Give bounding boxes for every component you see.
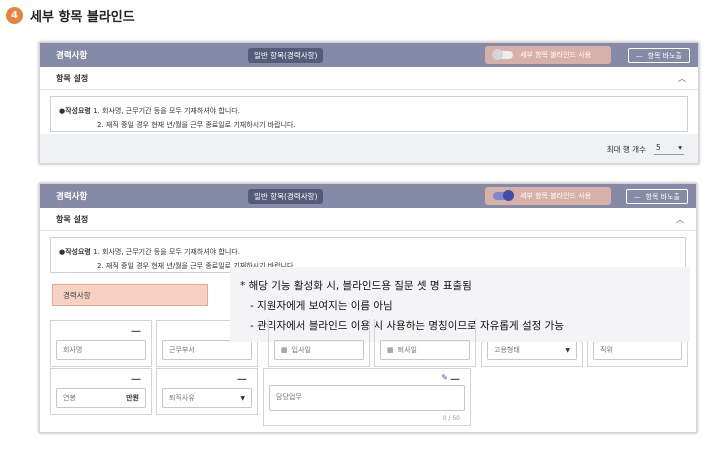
char-count: 0 / 50: [442, 415, 460, 422]
item-setting-label: 항목 설정: [56, 214, 89, 224]
section-title: 경력사항: [56, 51, 88, 61]
callout-line-1: * 해당 기능 활성화 시, 블라인드용 질문 셋 명 표출됨: [240, 280, 472, 292]
chevron-up-icon[interactable]: ︿: [676, 214, 684, 225]
calendar-icon: ▦: [387, 346, 394, 354]
step-title: 세부 항목 블라인드: [30, 9, 135, 25]
company-input[interactable]: 회사명: [56, 340, 146, 360]
leave-reason-select[interactable]: 퇴직사유 ▼: [162, 388, 252, 408]
join-date-input[interactable]: ▦ 입사일: [274, 340, 364, 360]
remove-field-icon[interactable]: —: [131, 326, 141, 337]
chevron-down-icon: ▾: [678, 143, 682, 152]
toggle-switch[interactable]: [493, 190, 514, 201]
category-pill: 일반 항목(경력사항): [248, 189, 324, 204]
item-setting-label: 항목 설정: [56, 73, 89, 83]
step-number-badge: 4: [6, 6, 23, 24]
chevron-down-icon: ▼: [240, 394, 245, 402]
salary-input[interactable]: 연봉 만원: [56, 388, 146, 408]
item-setting-row[interactable]: 항목 설정 ︿: [40, 208, 696, 231]
field-leave-reason: — 퇴직사유 ▼: [156, 368, 258, 415]
pencil-icon[interactable]: ✎: [441, 373, 448, 382]
toggle-switch[interactable]: [492, 49, 513, 60]
minus-icon: —: [635, 51, 643, 60]
toggle-label: 세부 항목 블라인드 사용: [520, 192, 592, 200]
chevron-down-icon: ▼: [565, 346, 570, 354]
options-band: 최대 행 개수 5 ▾: [40, 134, 698, 163]
blind-toggle[interactable]: 세부 항목 블라인드 사용: [485, 187, 611, 205]
section-header-bar: 경력사항 일반 항목(경력사항) 세부 항목 블라인드 사용 — 항목 바노출: [40, 184, 696, 208]
fold-button[interactable]: — 항목 바노출: [627, 48, 690, 63]
minus-icon: —: [633, 192, 641, 201]
toggle-label: 세부 항목 블라인드 사용: [520, 51, 592, 59]
max-rows-select[interactable]: 5 ▾: [654, 143, 684, 155]
section-header-bar: 경력사항 일반 항목(경력사항) 세부 항목 블라인드 사용 — 항목 바노출: [40, 43, 698, 67]
position-input[interactable]: 직위: [593, 340, 682, 360]
step-header: 4 세부 항목 블라인드: [6, 6, 135, 25]
chevron-up-icon[interactable]: ︿: [678, 73, 686, 84]
callout-line-2: - 지원자에게 보여지는 이름 아님: [250, 300, 393, 312]
section-title: 경력사항: [56, 192, 88, 202]
remove-field-icon[interactable]: —: [450, 374, 460, 385]
field-leave-date: ▦ 퇴사일: [374, 319, 476, 367]
remove-field-icon[interactable]: —: [131, 374, 141, 385]
duties-input[interactable]: 담당업무: [269, 385, 465, 411]
employment-type-select[interactable]: 고용형태 ▼: [487, 340, 577, 360]
item-setting-row[interactable]: 항목 설정 ︿: [40, 67, 698, 90]
max-rows-label: 최대 행 개수: [606, 144, 646, 154]
department-input[interactable]: 근무부서: [162, 340, 252, 360]
writing-guide-box: ●작성요령 1. 회사명, 근무기간 등을 모두 기재하셔야 합니다. 2. 재…: [50, 96, 688, 132]
blind-toggle[interactable]: 세부 항목 블라인드 사용: [485, 46, 611, 64]
screenshot-toggle-off: 경력사항 일반 항목(경력사항) 세부 항목 블라인드 사용 — 항목 바노출 …: [39, 42, 699, 164]
category-pill: 일반 항목(경력사항): [248, 48, 324, 63]
fold-button[interactable]: — 항목 바노출: [625, 189, 688, 204]
field-duties: ✎ — 담당업무 0 / 50: [263, 368, 471, 426]
leave-date-input[interactable]: ▦ 퇴사일: [380, 340, 470, 360]
max-rows-control: 최대 행 개수 5 ▾: [607, 143, 684, 155]
field-salary: — 연봉 만원: [50, 368, 152, 415]
field-join-date: ▦ 입사일: [268, 319, 370, 367]
remove-field-icon[interactable]: —: [237, 374, 247, 385]
blind-name-input[interactable]: 경력사항: [52, 284, 208, 306]
calendar-icon: ▦: [281, 346, 288, 354]
field-company: — 회사명: [50, 320, 152, 367]
